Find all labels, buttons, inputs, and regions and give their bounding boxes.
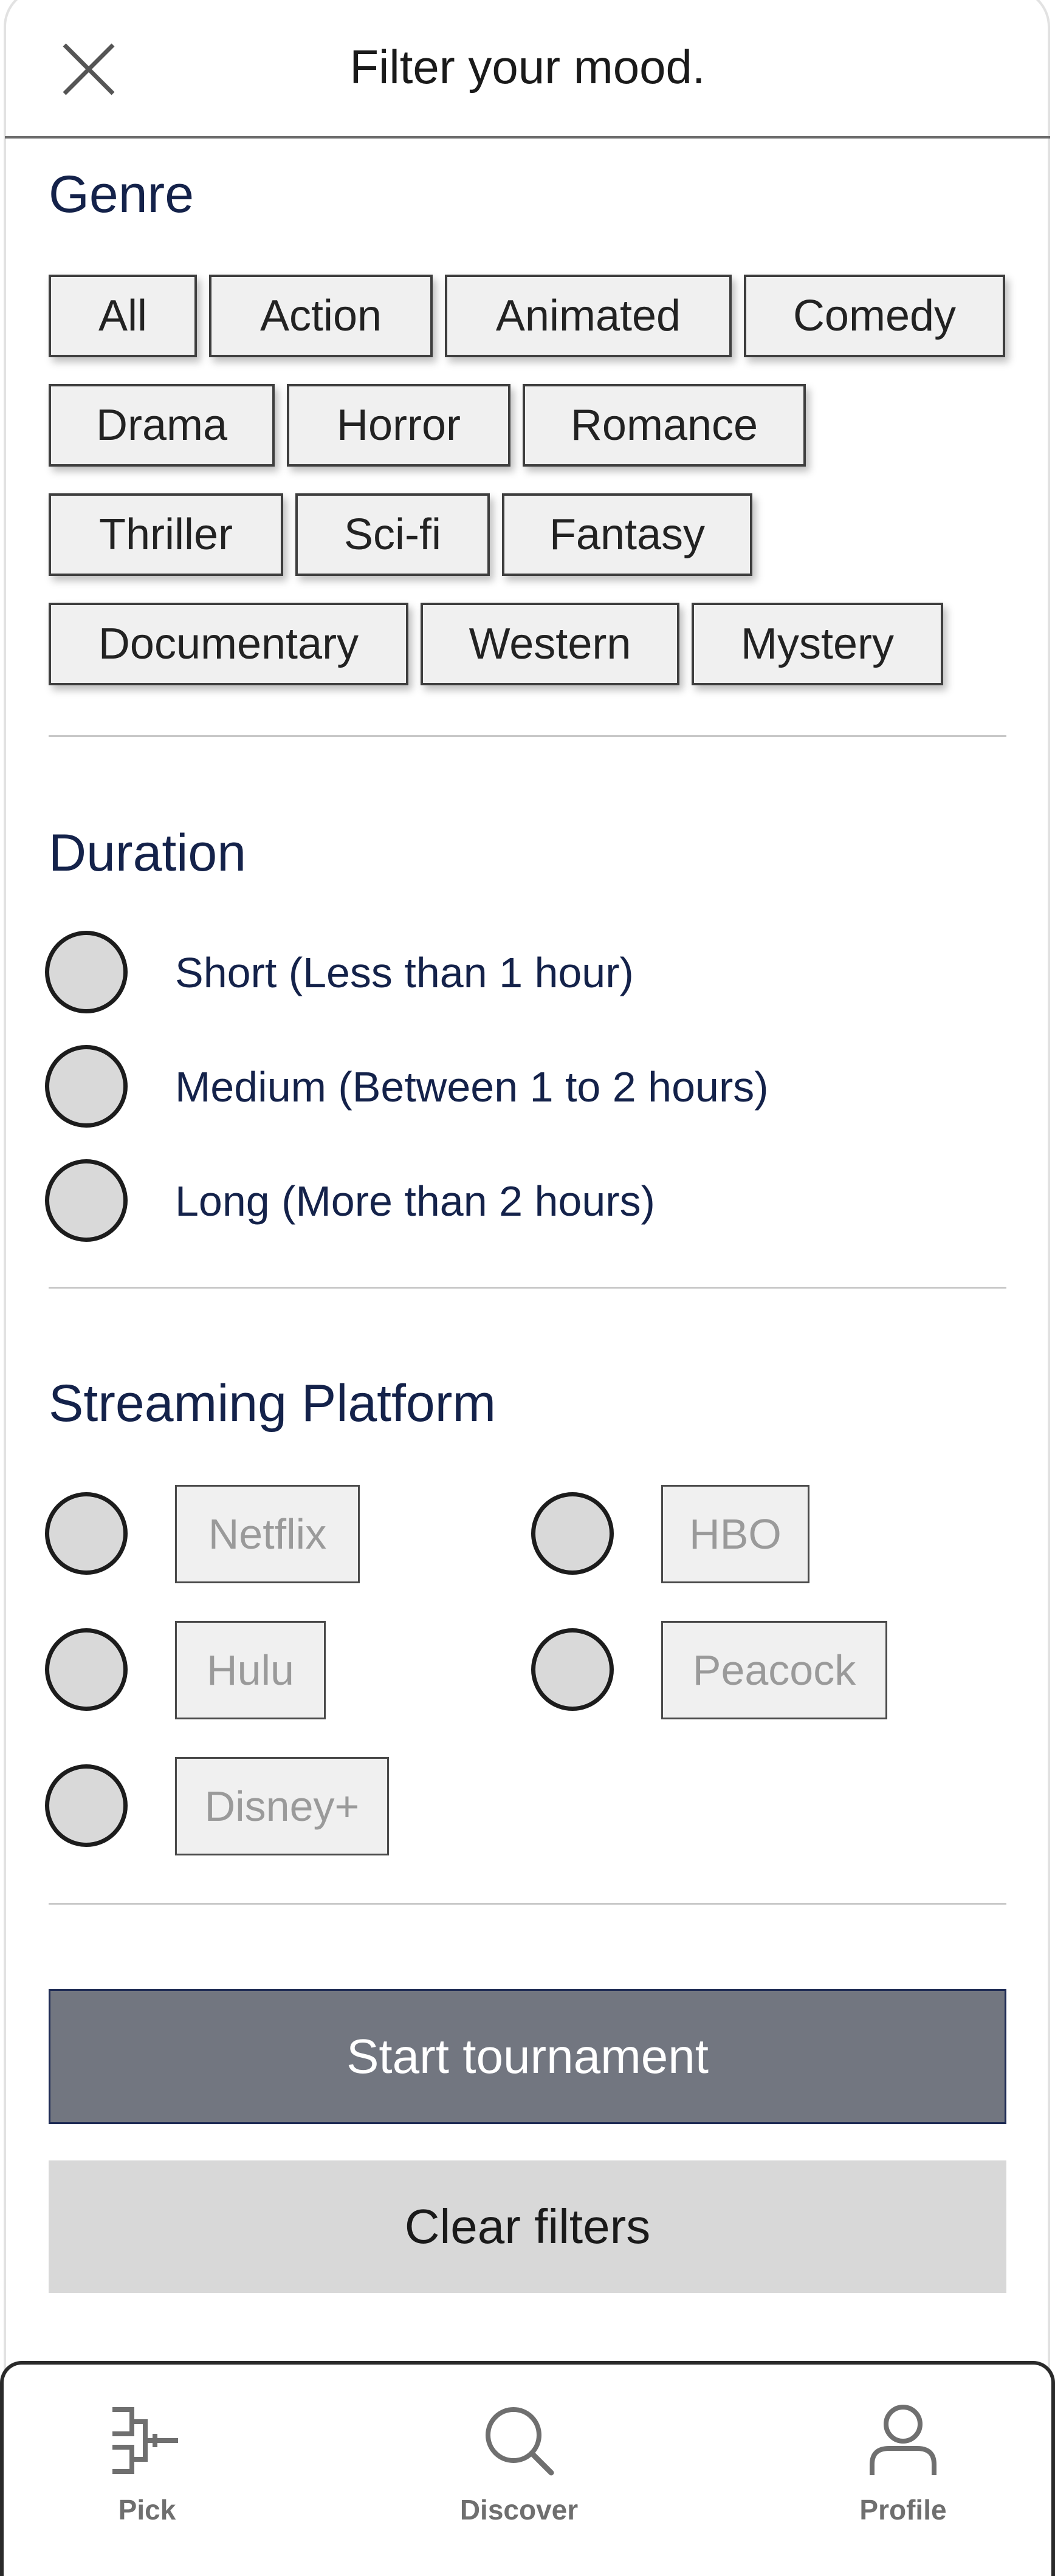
- genre-row-4: Documentary Western Mystery: [49, 603, 955, 685]
- genre-chip-fantasy[interactable]: Fantasy: [502, 493, 752, 576]
- duration-short-radio[interactable]: [45, 931, 128, 1013]
- clear-filters-button[interactable]: Clear filters: [49, 2160, 1006, 2293]
- genre-chip-horror[interactable]: Horror: [287, 384, 510, 467]
- nav-pick[interactable]: Pick: [68, 2401, 226, 2526]
- nav-discover[interactable]: Discover: [440, 2401, 598, 2526]
- section-divider: [49, 1287, 1006, 1289]
- duration-medium-label: Medium (Between 1 to 2 hours): [175, 1063, 769, 1111]
- header-divider: [5, 136, 1050, 139]
- duration-long-label: Long (More than 2 hours): [175, 1177, 655, 1225]
- duration-short-label: Short (Less than 1 hour): [175, 949, 634, 996]
- platform-netflix-label[interactable]: Netflix: [175, 1485, 360, 1583]
- user-icon: [870, 2405, 936, 2475]
- genre-chip-scifi[interactable]: Sci-fi: [295, 493, 490, 576]
- platform-peacock-radio[interactable]: [531, 1628, 614, 1711]
- genre-row-1: All Action Animated Comedy: [49, 275, 1017, 357]
- platform-disney-radio[interactable]: [45, 1764, 128, 1847]
- genre-chip-action[interactable]: Action: [209, 275, 433, 357]
- start-tournament-button[interactable]: Start tournament: [49, 1989, 1006, 2124]
- nav-discover-label: Discover: [459, 2494, 579, 2526]
- platform-hbo-label[interactable]: HBO: [661, 1485, 809, 1583]
- section-divider: [49, 735, 1006, 737]
- search-icon: [486, 2407, 554, 2476]
- duration-section-title: Duration: [49, 824, 247, 882]
- genre-section-title: Genre: [49, 165, 194, 224]
- genre-chip-animated[interactable]: Animated: [445, 275, 732, 357]
- genre-chip-western[interactable]: Western: [421, 603, 679, 685]
- genre-chip-all[interactable]: All: [49, 275, 197, 357]
- genre-chip-drama[interactable]: Drama: [49, 384, 275, 467]
- page-title: Filter your mood.: [349, 40, 706, 94]
- duration-medium-radio[interactable]: [45, 1045, 128, 1128]
- nav-profile-label: Profile: [859, 2494, 947, 2526]
- genre-chip-comedy[interactable]: Comedy: [744, 275, 1005, 357]
- section-divider: [49, 1903, 1006, 1905]
- genre-chip-mystery[interactable]: Mystery: [692, 603, 943, 685]
- genre-row-3: Thriller Sci-fi Fantasy: [49, 493, 765, 576]
- platform-hulu-radio[interactable]: [45, 1628, 128, 1711]
- genre-chip-romance[interactable]: Romance: [523, 384, 806, 467]
- duration-long-radio[interactable]: [45, 1159, 128, 1242]
- bracket-icon: [112, 2407, 178, 2474]
- genre-row-2: Drama Horror Romance: [49, 384, 818, 467]
- platform-disney-label[interactable]: Disney+: [175, 1757, 389, 1855]
- nav-pick-label: Pick: [118, 2494, 176, 2526]
- bottom-nav: Pick Discover Profile: [0, 2361, 1055, 2576]
- header: Filter your mood.: [0, 0, 1055, 137]
- genre-chip-thriller[interactable]: Thriller: [49, 493, 283, 576]
- nav-profile[interactable]: Profile: [824, 2401, 982, 2526]
- platform-peacock-label[interactable]: Peacock: [661, 1621, 887, 1719]
- platform-hulu-label[interactable]: Hulu: [175, 1621, 326, 1719]
- platform-section-title: Streaming Platform: [49, 1374, 497, 1433]
- platform-hbo-radio[interactable]: [531, 1492, 614, 1575]
- genre-chip-documentary[interactable]: Documentary: [49, 603, 408, 685]
- platform-netflix-radio[interactable]: [45, 1492, 128, 1575]
